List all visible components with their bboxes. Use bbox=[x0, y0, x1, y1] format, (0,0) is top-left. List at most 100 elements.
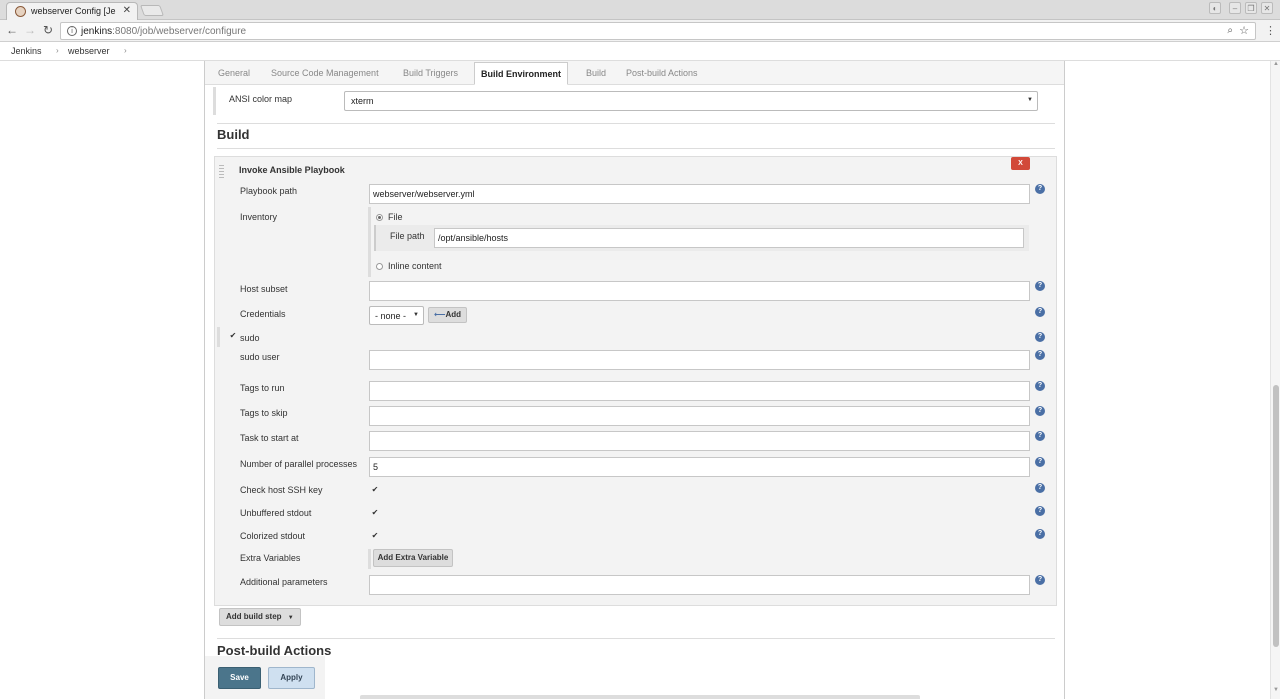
add-credentials-button[interactable]: ⟵Add bbox=[428, 307, 467, 323]
sudo-checkbox[interactable]: ✔ bbox=[229, 332, 237, 340]
extra-variables-label: Extra Variables bbox=[240, 553, 301, 563]
ansi-color-row: ANSI color map xterm ▼ bbox=[213, 87, 1053, 115]
tab-build[interactable]: Build bbox=[586, 68, 606, 78]
help-icon[interactable]: ? bbox=[1035, 281, 1045, 291]
credentials-select[interactable]: - none - ▼ bbox=[369, 306, 424, 325]
config-panel: General Source Code Management Build Tri… bbox=[204, 61, 1065, 699]
parallel-processes-label: Number of parallel processes bbox=[240, 459, 358, 469]
inventory-file-label: File bbox=[388, 212, 403, 222]
tab-post-build-actions[interactable]: Post-build Actions bbox=[626, 68, 698, 78]
save-button[interactable]: Save bbox=[218, 667, 261, 689]
help-icon[interactable]: ? bbox=[1035, 575, 1045, 585]
inventory-file-radio[interactable] bbox=[376, 214, 383, 221]
chevron-down-icon: ▼ bbox=[1027, 97, 1033, 103]
help-icon[interactable]: ? bbox=[1035, 307, 1045, 317]
page-scrollbar[interactable]: ▲ ▼ bbox=[1270, 61, 1280, 699]
check-ssh-key-label: Check host SSH key bbox=[240, 485, 323, 495]
host-subset-label: Host subset bbox=[240, 284, 288, 294]
scroll-down-icon[interactable]: ▼ bbox=[1273, 687, 1279, 693]
scroll-up-icon[interactable]: ▲ bbox=[1273, 61, 1279, 67]
breadcrumb-jenkins[interactable]: Jenkins bbox=[11, 46, 42, 56]
apply-button[interactable]: Apply bbox=[268, 667, 315, 689]
build-section-title: Build bbox=[217, 127, 250, 142]
tab-general[interactable]: General bbox=[218, 68, 250, 78]
build-step-title: Invoke Ansible Playbook bbox=[239, 165, 345, 175]
additional-params-input[interactable] bbox=[369, 575, 1030, 595]
restore-icon[interactable]: ❐ bbox=[1245, 2, 1257, 14]
check-ssh-key-checkbox[interactable]: ✔ bbox=[371, 486, 379, 494]
minimize-icon[interactable]: – bbox=[1229, 2, 1241, 14]
inventory-inline-radio[interactable] bbox=[376, 263, 383, 270]
inventory-options: File File path /opt/ansible/hosts Inline… bbox=[368, 207, 1029, 277]
help-icon[interactable]: ? bbox=[1035, 350, 1045, 360]
colorized-stdout-label: Colorized stdout bbox=[240, 531, 306, 541]
new-tab-button[interactable] bbox=[139, 5, 165, 16]
playbook-path-label: Playbook path bbox=[240, 186, 298, 196]
browser-tab[interactable]: webserver Config [Je ✕ bbox=[6, 2, 138, 20]
zoom-icon[interactable]: ⌕ bbox=[1227, 25, 1233, 36]
help-icon[interactable]: ? bbox=[1035, 381, 1045, 391]
help-icon[interactable]: ? bbox=[1035, 406, 1045, 416]
help-icon[interactable]: ? bbox=[1035, 457, 1045, 467]
status-bar-edge bbox=[360, 695, 920, 699]
help-icon[interactable]: ? bbox=[1035, 529, 1045, 539]
breadcrumb-chevron-icon[interactable]: › bbox=[124, 46, 127, 55]
add-extra-variable-button[interactable]: Add Extra Variable bbox=[373, 549, 453, 567]
user-icon[interactable]: ◐ bbox=[1209, 2, 1221, 14]
inventory-label: Inventory bbox=[240, 212, 278, 222]
bookmark-star-icon[interactable]: ☆ bbox=[1239, 24, 1249, 37]
credentials-label: Credentials bbox=[240, 309, 286, 319]
task-start-input[interactable] bbox=[369, 431, 1030, 451]
key-icon: ⟵ bbox=[433, 310, 446, 319]
back-icon[interactable]: ← bbox=[4, 23, 20, 37]
sudo-indent-bar bbox=[217, 327, 220, 347]
drag-handle-icon[interactable] bbox=[219, 165, 224, 179]
breadcrumb-chevron-icon[interactable]: › bbox=[56, 46, 59, 55]
forward-icon[interactable]: → bbox=[22, 23, 38, 37]
help-icon[interactable]: ? bbox=[1035, 431, 1045, 441]
credentials-value: - none - bbox=[375, 311, 407, 321]
sudo-user-input[interactable] bbox=[369, 350, 1030, 370]
divider bbox=[217, 638, 1055, 639]
address-bar: ← → ↻ i jenkins:8080/job/webserver/confi… bbox=[0, 20, 1280, 42]
tab-close-icon[interactable]: ✕ bbox=[123, 5, 131, 16]
info-icon[interactable]: i bbox=[67, 26, 77, 36]
tab-build-environment[interactable]: Build Environment bbox=[474, 62, 569, 85]
tab-build-triggers[interactable]: Build Triggers bbox=[403, 68, 458, 78]
additional-params-label: Additional parameters bbox=[240, 577, 328, 587]
tab-source-code-management[interactable]: Source Code Management bbox=[271, 68, 379, 78]
extra-vars-indent-bar bbox=[368, 549, 371, 569]
file-path-label: File path bbox=[390, 231, 425, 241]
colorized-stdout-checkbox[interactable]: ✔ bbox=[371, 532, 379, 540]
help-icon[interactable]: ? bbox=[1035, 506, 1045, 516]
ansible-build-step: Invoke Ansible Playbook X Playbook path … bbox=[214, 156, 1057, 606]
divider bbox=[217, 123, 1055, 124]
breadcrumb-webserver[interactable]: webserver bbox=[68, 46, 110, 56]
unbuffered-stdout-checkbox[interactable]: ✔ bbox=[371, 509, 379, 517]
browser-tab-bar: webserver Config [Je ✕ ◐ – ❐ ✕ bbox=[0, 0, 1280, 20]
host-subset-input[interactable] bbox=[369, 281, 1030, 301]
reload-icon[interactable]: ↻ bbox=[40, 23, 56, 37]
help-icon[interactable]: ? bbox=[1035, 332, 1045, 342]
config-tabs: General Source Code Management Build Tri… bbox=[205, 61, 1064, 85]
parallel-processes-input[interactable]: 5 bbox=[369, 457, 1030, 477]
url-text: jenkins:8080/job/webserver/configure bbox=[81, 26, 247, 37]
scroll-thumb[interactable] bbox=[1273, 385, 1279, 647]
sudo-label: sudo bbox=[240, 333, 260, 343]
url-input[interactable]: i jenkins:8080/job/webserver/configure ⌕… bbox=[60, 22, 1256, 40]
add-build-step-button[interactable]: Add build step ▼ bbox=[219, 608, 301, 626]
browser-menu-icon[interactable]: ⋮ bbox=[1265, 24, 1276, 37]
ansi-color-select[interactable]: xterm ▼ bbox=[344, 91, 1038, 111]
tags-to-skip-input[interactable] bbox=[369, 406, 1030, 426]
browser-tab-title: webserver Config [Je bbox=[31, 6, 116, 16]
tags-to-run-input[interactable] bbox=[369, 381, 1030, 401]
divider bbox=[217, 148, 1055, 149]
help-icon[interactable]: ? bbox=[1035, 483, 1045, 493]
close-window-icon[interactable]: ✕ bbox=[1261, 2, 1273, 14]
delete-step-button[interactable]: X bbox=[1011, 157, 1030, 170]
help-icon[interactable]: ? bbox=[1035, 184, 1045, 194]
sudo-user-label: sudo user bbox=[240, 352, 280, 362]
tags-to-run-label: Tags to run bbox=[240, 383, 285, 393]
playbook-path-input[interactable]: webserver/webserver.yml bbox=[369, 184, 1030, 204]
file-path-input[interactable]: /opt/ansible/hosts bbox=[434, 228, 1024, 248]
